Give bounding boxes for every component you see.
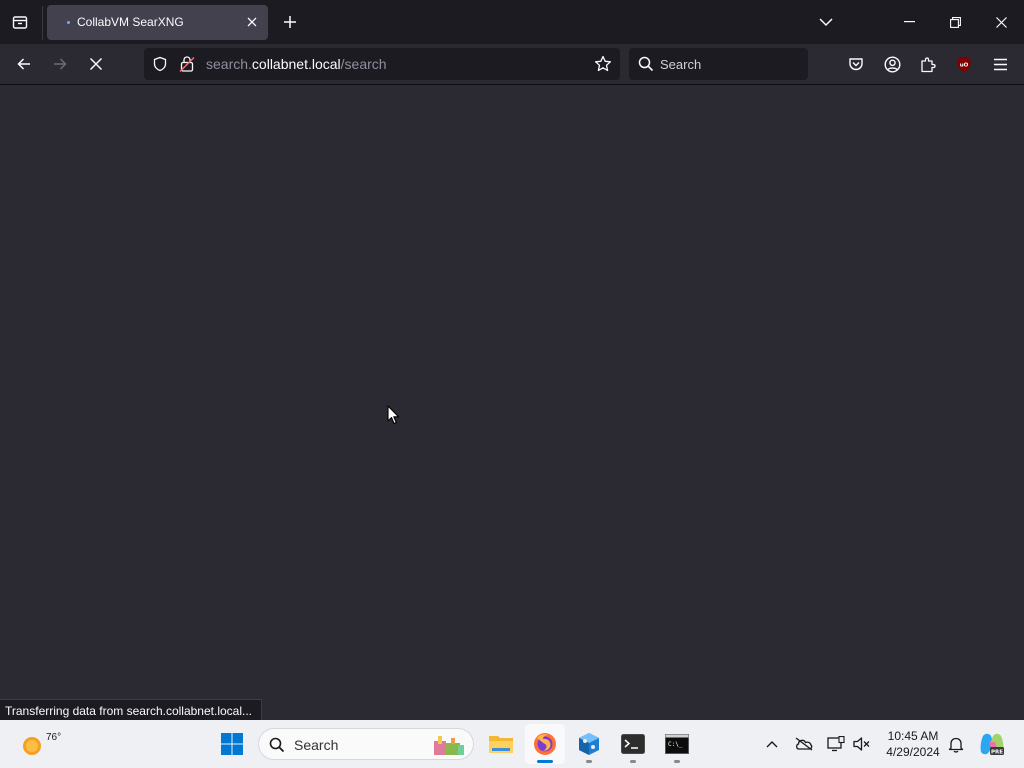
url-host: collabnet.local <box>251 56 341 72</box>
bookmark-star-icon[interactable] <box>594 55 612 73</box>
restore-button[interactable] <box>932 0 978 44</box>
address-bar[interactable]: search.collabnet.local/search <box>144 48 620 80</box>
bell-icon <box>948 737 964 753</box>
network-status[interactable] <box>826 734 846 754</box>
folder-icon <box>489 736 513 753</box>
forward-button[interactable] <box>46 50 74 78</box>
firefox-view-icon <box>12 16 28 29</box>
weather-temperature: 76° <box>46 732 62 743</box>
status-panel: Transferring data from search.collabnet.… <box>0 699 262 720</box>
restore-icon <box>949 16 961 28</box>
search-icon <box>638 56 654 72</box>
running-app-indicator <box>586 760 592 763</box>
url-text[interactable]: search.collabnet.local/search <box>206 56 387 72</box>
puzzle-piece-icon <box>921 56 936 72</box>
insecure-lock-icon[interactable] <box>179 55 195 73</box>
chevron-up-icon <box>766 741 778 748</box>
svg-text:C:\_: C:\_ <box>668 741 683 748</box>
show-hidden-icons-button[interactable] <box>762 734 782 754</box>
firefox-icon <box>534 733 556 755</box>
url-subdomain: search. <box>206 56 252 72</box>
taskbar-clock[interactable]: 10:45 AM 4/29/2024 <box>880 728 946 760</box>
search-placeholder: Search <box>660 57 702 72</box>
taskbar-terminal[interactable] <box>613 724 653 764</box>
running-app-indicator <box>674 760 680 763</box>
start-button[interactable] <box>212 724 252 764</box>
clock-date: 4/29/2024 <box>886 745 940 759</box>
search-highlight-gift-icon <box>434 736 464 755</box>
close-icon <box>995 16 1007 28</box>
arrow-right-icon <box>54 58 67 70</box>
app-menu-button[interactable] <box>986 50 1014 78</box>
taskbar-firefox[interactable] <box>525 724 565 764</box>
firefox-view-button[interactable] <box>6 8 34 36</box>
notifications-button[interactable] <box>946 734 966 754</box>
command-prompt-icon: C:\_ <box>665 734 689 754</box>
cloud-off-icon <box>795 737 813 751</box>
svg-text:PRE: PRE <box>991 749 1003 755</box>
new-tab-button[interactable] <box>277 8 303 36</box>
stop-button[interactable] <box>82 50 110 78</box>
tab-close-button[interactable] <box>242 12 262 32</box>
tab-collabvm-searxng[interactable]: CollabVM SearXNG <box>47 5 268 40</box>
close-window-button[interactable] <box>978 0 1024 44</box>
clock-time: 10:45 AM <box>887 729 939 743</box>
hamburger-menu-icon <box>993 58 1007 70</box>
tab-title: CollabVM SearXNG <box>77 15 184 29</box>
taskbar-file-explorer[interactable] <box>481 724 521 764</box>
mouse-cursor-icon <box>387 405 400 425</box>
chevron-down-icon <box>819 18 833 27</box>
terminal-icon <box>621 734 645 754</box>
active-app-indicator <box>537 760 553 763</box>
close-icon <box>247 17 257 27</box>
account-button[interactable] <box>878 50 906 78</box>
weather-sun-icon <box>23 737 41 755</box>
search-icon <box>269 737 285 753</box>
navigation-toolbar: search.collabnet.local/search Search uO <box>0 44 1024 85</box>
shield-icon <box>153 56 167 72</box>
arrow-left-icon <box>17 58 30 70</box>
copilot-button[interactable]: PRE <box>972 724 1012 764</box>
svg-text:uO: uO <box>960 62 969 68</box>
speaker-muted-icon <box>853 737 870 751</box>
taskbar-search-box[interactable]: Search <box>258 728 474 760</box>
pocket-button[interactable] <box>842 50 870 78</box>
account-icon <box>883 55 901 73</box>
taskbar-search-placeholder: Search <box>294 737 339 753</box>
status-text: Transferring data from search.collabnet.… <box>5 704 253 718</box>
back-button[interactable] <box>10 50 38 78</box>
ublock-origin-icon: uO <box>957 56 971 72</box>
tab-separator <box>42 6 43 40</box>
stop-x-icon <box>89 57 103 71</box>
pocket-icon <box>849 58 863 71</box>
extensions-button[interactable] <box>914 50 942 78</box>
network-monitor-icon <box>827 736 845 752</box>
web-search-bar[interactable]: Search <box>629 48 808 80</box>
loading-dot-icon <box>67 21 70 24</box>
volume-status[interactable] <box>852 734 872 754</box>
minimize-icon <box>903 21 915 23</box>
onedrive-status[interactable] <box>794 734 814 754</box>
url-path: /search <box>340 56 387 72</box>
minimize-button[interactable] <box>886 0 932 44</box>
copilot-icon: PRE <box>980 733 1004 755</box>
running-app-indicator <box>630 760 636 763</box>
page-content-area <box>0 85 1024 720</box>
ublock-origin-button[interactable]: uO <box>950 50 978 78</box>
taskbar-command-prompt[interactable]: C:\_ <box>657 724 697 764</box>
weather-widget[interactable]: 76° <box>14 724 66 764</box>
taskbar-app-tools[interactable] <box>569 724 609 764</box>
windows-logo-icon <box>221 733 243 755</box>
plus-icon <box>284 16 296 28</box>
list-all-tabs-button[interactable] <box>803 0 849 44</box>
browser-titlebar: CollabVM SearXNG <box>0 0 1024 44</box>
virtualbox-cube-icon <box>579 733 599 755</box>
windows-taskbar: 76° Search C:\_ 10:45 AM 4/29/2024 PRE <box>0 720 1024 768</box>
